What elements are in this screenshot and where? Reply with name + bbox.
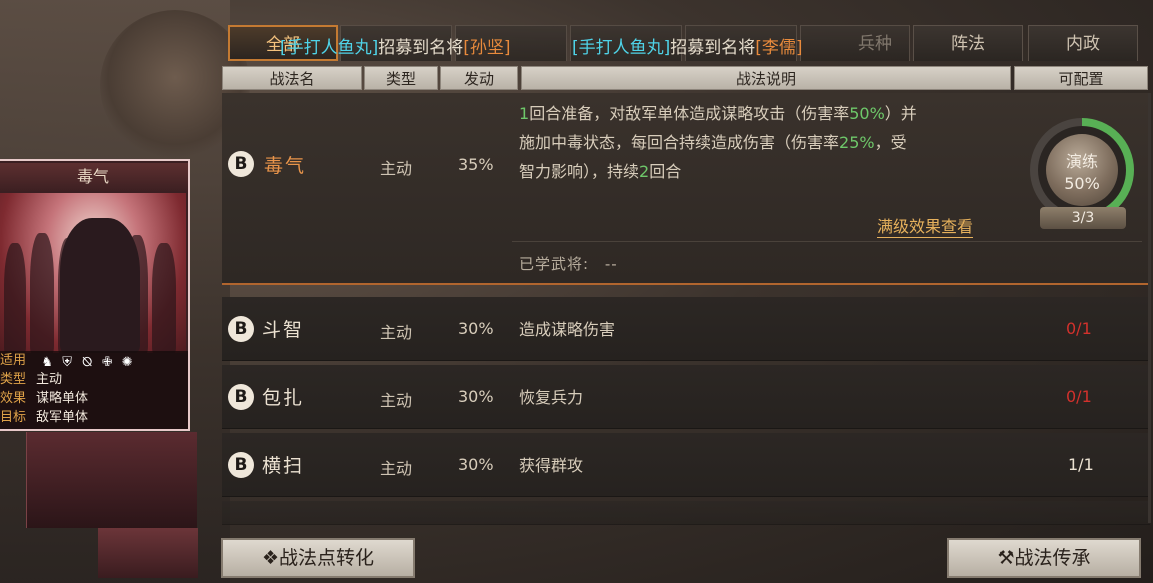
- skill-type: 主动: [380, 159, 413, 178]
- soldier-silhouette: [152, 243, 176, 353]
- shield-icon: ⛨: [62, 355, 73, 370]
- practice-count: 3/3: [1040, 207, 1126, 229]
- skill-description: 造成谋略伤害: [519, 320, 616, 339]
- card-info: 适用 ♞ ⛨ ⦰ ✙ ✺ 类型 主动 效果 谋略单体 目标 敌军单体: [0, 351, 188, 429]
- skill-row[interactable]: B 包扎 主动 30% 恢复兵力 0/1: [222, 365, 1150, 429]
- desc-line-3: 智力影响），持续2回合: [519, 162, 682, 181]
- card-type-value: 主动: [36, 372, 63, 387]
- recruit-ticker-1: [手打人鱼丸]招募到名将[孙坚]: [280, 33, 511, 58]
- col-header-config[interactable]: 可配置: [1014, 66, 1148, 90]
- tab-formation-label: 阵法: [951, 34, 985, 54]
- row-divider: [512, 241, 1142, 242]
- ticker-player: [手打人鱼丸]: [280, 38, 379, 58]
- list-scrollbar[interactable]: [1148, 93, 1151, 523]
- inherit-skill-button[interactable]: ⚒战法传承: [947, 538, 1141, 578]
- skill-rate: 30%: [458, 455, 494, 474]
- skill-rate: 30%: [458, 387, 494, 406]
- grade-badge: B: [228, 384, 254, 410]
- ticker-general: [孙坚]: [463, 38, 511, 58]
- grade-badge: B: [228, 316, 254, 342]
- learned-value: --: [604, 255, 618, 273]
- skill-row-selected[interactable]: B 毒气 主动 35% 1回合准备，对敌军单体造成谋略攻击（伤害率50%）并 施…: [222, 93, 1150, 285]
- skill-count: 0/1: [1066, 319, 1092, 338]
- practice-percent: 50%: [1064, 174, 1100, 193]
- skill-name: 包扎: [262, 387, 305, 409]
- skill-count: 0/1: [1066, 387, 1092, 406]
- card-suit-label: 适用: [0, 353, 27, 368]
- soldier-silhouette: [30, 233, 54, 353]
- card-effect-label: 效果: [0, 391, 27, 406]
- card-type-row: 类型 主动: [0, 370, 62, 389]
- tab-internal-label: 内政: [1066, 34, 1100, 54]
- inherit-label: 战法传承: [1014, 547, 1091, 569]
- desc-line-1: 1回合准备，对敌军单体造成谋略攻击（伤害率50%）并: [519, 104, 917, 123]
- card-suit-row: 适用 ♞ ⛨ ⦰ ✙ ✺: [0, 351, 140, 370]
- grade-badge: B: [228, 452, 254, 478]
- ticker-text: 招募到名将: [378, 38, 464, 58]
- practice-label: 演练: [1065, 152, 1098, 171]
- card-target-label: 目标: [0, 410, 27, 425]
- card-artwork: [0, 193, 186, 353]
- soldier-silhouette: [4, 243, 26, 353]
- learned-label: 已学武将:: [519, 255, 590, 273]
- tab-formation[interactable]: 阵法: [913, 25, 1023, 61]
- strategist-silhouette: [60, 218, 140, 353]
- skill-rate: 35%: [458, 155, 494, 174]
- practice-dial-core: 演练 50%: [1046, 134, 1118, 206]
- convert-label: 战法点转化: [279, 547, 375, 569]
- skill-description: 1回合准备，对敌军单体造成谋略攻击（伤害率50%）并 施加中毒状态，每回合持续造…: [519, 99, 1019, 186]
- recruit-ticker-2: [手打人鱼丸]招募到名将[李儒]: [572, 33, 803, 58]
- card-type-label: 类型: [0, 372, 27, 387]
- ticker-general: [李儒]: [755, 38, 803, 58]
- skill-type: 主动: [380, 323, 413, 342]
- spear-icon: ✙: [101, 355, 113, 370]
- skill-type: 主动: [380, 391, 413, 410]
- tab-troops-label: 兵种: [858, 34, 892, 54]
- skill-row[interactable]: B 横扫 主动 30% 获得群攻 1/1: [222, 433, 1150, 497]
- card-effect-row: 效果 谋略单体: [0, 389, 88, 408]
- skill-rate: 30%: [458, 319, 494, 338]
- learned-generals: 已学武将: --: [519, 253, 618, 274]
- tab-troops[interactable]: 兵种: [800, 25, 910, 61]
- desc-line-2: 施加中毒状态，每回合持续造成伤害（伤害率25%，受: [519, 133, 907, 152]
- hammer-icon: ⚒: [997, 547, 1015, 569]
- grade-badge: B: [228, 151, 254, 177]
- skill-name: 毒气: [264, 155, 307, 177]
- card-target-row: 目标 敌军单体: [0, 408, 88, 427]
- practice-dial-inner: 演练 50%: [1038, 126, 1126, 214]
- card-title: 毒气: [0, 163, 188, 191]
- card-target-value: 敌军单体: [36, 410, 89, 425]
- skill-name: 斗智: [262, 319, 305, 341]
- col-header-desc: 战法说明: [521, 66, 1011, 90]
- skill-name: 横扫: [262, 455, 305, 477]
- col-header-type[interactable]: 类型: [364, 66, 438, 90]
- ticker-player: [手打人鱼丸]: [572, 38, 671, 58]
- wheel-icon: ✺: [121, 355, 133, 370]
- card-stack-back: [26, 432, 197, 528]
- skill-row[interactable]: B 斗智 主动 30% 造成谋略伤害 0/1: [222, 297, 1150, 361]
- col-header-trigger[interactable]: 发动: [440, 66, 518, 90]
- skill-row-partial[interactable]: [222, 501, 1150, 525]
- bow-icon: ⦰: [81, 355, 93, 370]
- skill-card: 毒气 适用 ♞ ⛨ ⦰ ✙ ✺ 类型 主动 效果 谋略单体 目标 敌军单体: [0, 159, 190, 431]
- card-effect-value: 谋略单体: [36, 391, 89, 406]
- ticker-text: 招募到名将: [670, 38, 756, 58]
- cavalry-icon: ♞: [41, 355, 53, 370]
- skill-count: 1/1: [1068, 455, 1094, 474]
- skill-type: 主动: [380, 459, 413, 478]
- convert-icon: ❖: [261, 547, 280, 569]
- card-stack-back-2: [98, 528, 198, 578]
- convert-points-button[interactable]: ❖战法点转化: [221, 538, 415, 578]
- col-header-name[interactable]: 战法名: [222, 66, 362, 90]
- max-effect-link[interactable]: 满级效果查看: [877, 213, 974, 238]
- skill-description: 获得群攻: [519, 456, 584, 475]
- skill-description: 恢复兵力: [519, 388, 584, 407]
- tab-internal[interactable]: 内政: [1028, 25, 1138, 61]
